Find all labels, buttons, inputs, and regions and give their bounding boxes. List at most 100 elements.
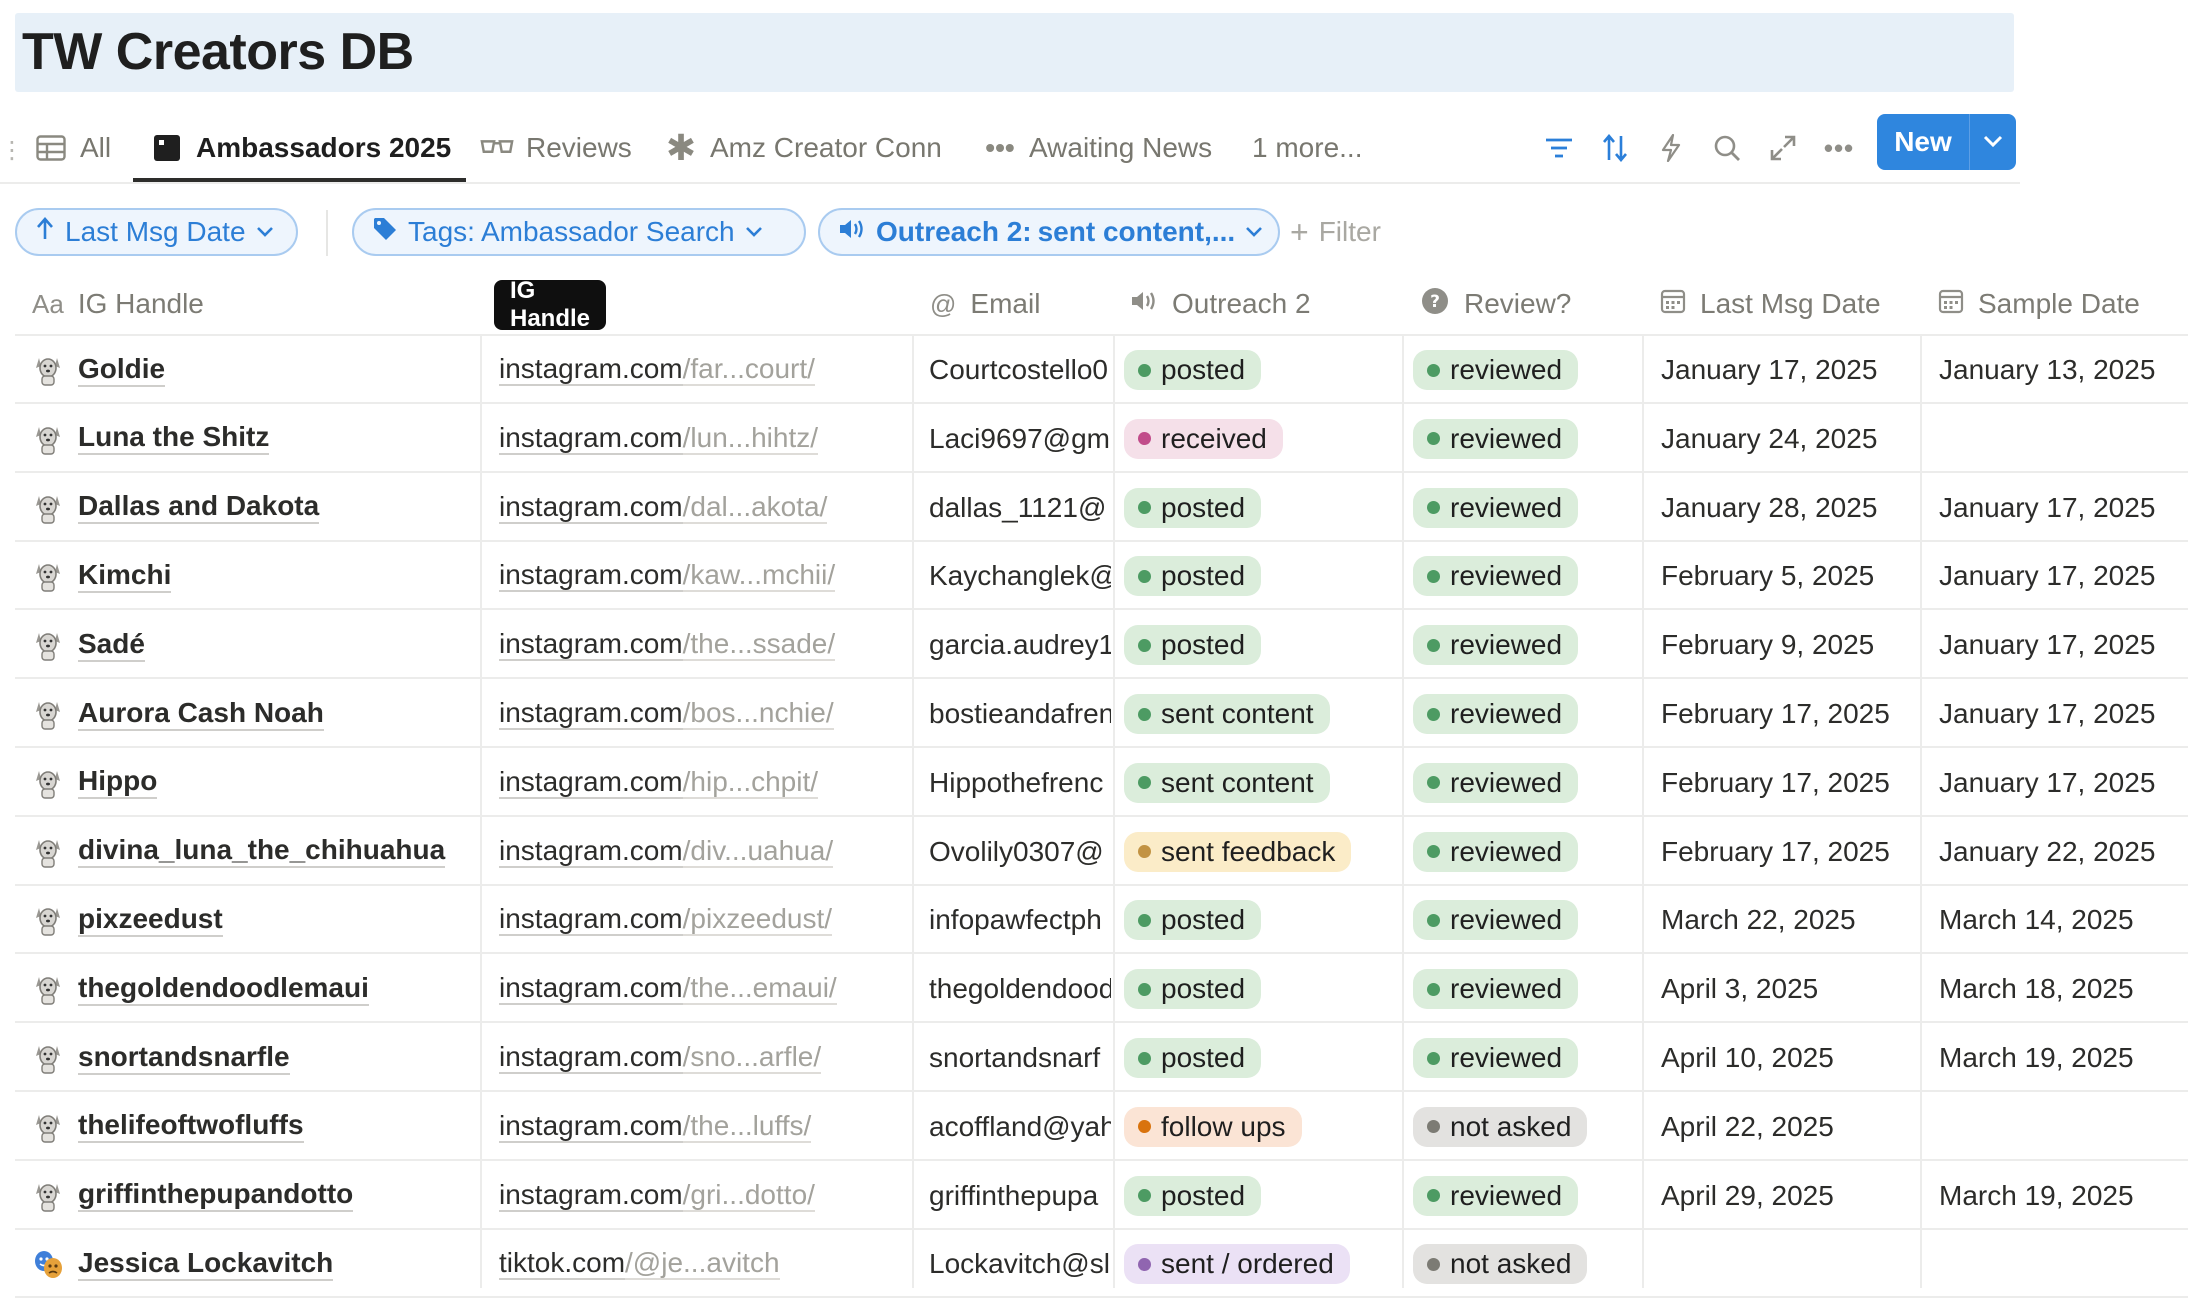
table-row[interactable]: Dallas and Dakota instagram.com/dal...ak… — [15, 474, 2188, 542]
tab-all[interactable]: All — [34, 120, 111, 176]
outreach-cell[interactable]: sent feedback — [1124, 818, 1399, 886]
profile-link-cell[interactable]: instagram.com/lun...hihtz/ — [499, 405, 904, 473]
more-views-button[interactable]: 1 more... — [1252, 120, 1362, 176]
column-header-ig-handle[interactable]: Aa IG Handle — [32, 272, 204, 336]
last-msg-date-cell[interactable]: April 29, 2025 — [1661, 1162, 1917, 1230]
email-cell[interactable]: Ovolily0307@ — [929, 818, 1111, 886]
email-cell[interactable]: infopawfectph — [929, 886, 1111, 954]
last-msg-date-cell[interactable]: January 17, 2025 — [1661, 336, 1917, 404]
column-header-last-msg-date[interactable]: Last Msg Date — [1660, 272, 1881, 336]
table-row[interactable]: thelifeoftwofluffs instagram.com/the...l… — [15, 1093, 2188, 1161]
email-cell[interactable]: garcia.audrey1 — [929, 611, 1111, 679]
ig-handle-cell[interactable]: divina_luna_the_chihuahua — [32, 818, 472, 886]
review-cell[interactable]: reviewed — [1413, 818, 1639, 886]
ig-handle-cell[interactable]: Dallas and Dakota — [32, 474, 472, 542]
last-msg-date-cell[interactable]: February 9, 2025 — [1661, 611, 1917, 679]
email-cell[interactable]: dallas_1121@ — [929, 474, 1111, 542]
last-msg-date-cell[interactable] — [1661, 1230, 1917, 1298]
outreach-cell[interactable]: posted — [1124, 955, 1399, 1023]
sample-date-cell[interactable]: January 17, 2025 — [1939, 542, 2188, 610]
sample-date-cell[interactable]: January 13, 2025 — [1939, 336, 2188, 404]
review-cell[interactable]: reviewed — [1413, 749, 1639, 817]
sample-date-cell[interactable]: March 14, 2025 — [1939, 886, 2188, 954]
outreach-cell[interactable]: sent content — [1124, 749, 1399, 817]
review-cell[interactable]: not asked — [1413, 1093, 1639, 1161]
sample-date-cell[interactable]: March 18, 2025 — [1939, 955, 2188, 1023]
column-header-sample-date[interactable]: Sample Date — [1938, 272, 2140, 336]
review-cell[interactable]: reviewed — [1413, 955, 1639, 1023]
filter-icon[interactable] — [1539, 128, 1579, 168]
sample-date-cell[interactable]: January 17, 2025 — [1939, 680, 2188, 748]
sample-date-cell[interactable]: March 19, 2025 — [1939, 1162, 2188, 1230]
search-icon[interactable] — [1707, 128, 1747, 168]
email-cell[interactable]: snortandsnarf — [929, 1024, 1111, 1092]
profile-link-cell[interactable]: instagram.com/hip...chpit/ — [499, 749, 904, 817]
outreach-filter-chip[interactable]: Outreach 2: sent content,... — [818, 208, 1280, 256]
last-msg-date-cell[interactable]: January 28, 2025 — [1661, 474, 1917, 542]
table-row[interactable]: Aurora Cash Noah instagram.com/bos...nch… — [15, 680, 2188, 748]
table-row[interactable]: Sadé instagram.com/the...ssade/ garcia.a… — [15, 611, 2188, 680]
email-cell[interactable]: Hippothefrenc — [929, 749, 1111, 817]
sample-date-cell[interactable]: January 17, 2025 — [1939, 749, 2188, 817]
table-row[interactable]: Jessica Lockavitch tiktok.com/@je...avit… — [15, 1230, 2188, 1298]
table-row[interactable]: Luna the Shitz instagram.com/lun...hihtz… — [15, 405, 2188, 473]
column-header-review[interactable]: ? Review? — [1420, 272, 1571, 336]
profile-link-cell[interactable]: instagram.com/the...ssade/ — [499, 611, 904, 679]
last-msg-date-cell[interactable]: February 17, 2025 — [1661, 818, 1917, 886]
table-row[interactable]: Goldie instagram.com/far...court/ Courtc… — [15, 336, 2188, 404]
ig-handle-cell[interactable]: Hippo — [32, 749, 472, 817]
profile-link-cell[interactable]: instagram.com/the...emaui/ — [499, 955, 904, 1023]
sort-chip[interactable]: Last Msg Date — [15, 208, 298, 256]
review-cell[interactable]: reviewed — [1413, 680, 1639, 748]
profile-link-cell[interactable]: instagram.com/far...court/ — [499, 336, 904, 404]
table-row[interactable]: Hippo instagram.com/hip...chpit/ Hippoth… — [15, 749, 2188, 817]
review-cell[interactable]: reviewed — [1413, 1024, 1639, 1092]
tab-amz-creator-conn[interactable]: ✱ Amz Creator Conn — [664, 120, 942, 176]
profile-link-cell[interactable]: instagram.com/kaw...mchii/ — [499, 542, 904, 610]
last-msg-date-cell[interactable]: April 10, 2025 — [1661, 1024, 1917, 1092]
profile-link-cell[interactable]: instagram.com/bos...nchie/ — [499, 680, 904, 748]
profile-link-cell[interactable]: instagram.com/pixzeedust/ — [499, 886, 904, 954]
email-cell[interactable]: bostieandafren — [929, 680, 1111, 748]
tags-filter-chip[interactable]: Tags: Ambassador Search — [352, 208, 806, 256]
outreach-cell[interactable]: posted — [1124, 542, 1399, 610]
sample-date-cell[interactable]: January 22, 2025 — [1939, 818, 2188, 886]
last-msg-date-cell[interactable]: February 5, 2025 — [1661, 542, 1917, 610]
table-row[interactable]: Kimchi instagram.com/kaw...mchii/ Kaycha… — [15, 542, 2188, 611]
sample-date-cell[interactable] — [1939, 405, 2188, 473]
ig-handle-cell[interactable]: Jessica Lockavitch — [32, 1230, 472, 1298]
review-cell[interactable]: reviewed — [1413, 542, 1639, 610]
ig-handle-cell[interactable]: Kimchi — [32, 542, 472, 610]
email-cell[interactable]: Lockavitch@sl — [929, 1230, 1111, 1298]
outreach-cell[interactable]: sent / ordered — [1124, 1230, 1399, 1298]
ig-handle-cell[interactable]: Luna the Shitz — [32, 405, 472, 473]
review-cell[interactable]: reviewed — [1413, 474, 1639, 542]
ig-handle-cell[interactable]: Aurora Cash Noah — [32, 680, 472, 748]
profile-link-cell[interactable]: instagram.com/gri...dotto/ — [499, 1162, 904, 1230]
table-row[interactable]: pixzeedust instagram.com/pixzeedust/ inf… — [15, 886, 2188, 955]
review-cell[interactable]: reviewed — [1413, 405, 1639, 473]
ig-handle-cell[interactable]: thelifeoftwofluffs — [32, 1093, 472, 1161]
tab-awaiting-news[interactable]: ••• Awaiting News — [983, 120, 1212, 176]
last-msg-date-cell[interactable]: April 22, 2025 — [1661, 1093, 1917, 1161]
sample-date-cell[interactable]: January 17, 2025 — [1939, 474, 2188, 542]
chevron-down-icon[interactable] — [1970, 131, 2016, 154]
last-msg-date-cell[interactable]: January 24, 2025 — [1661, 405, 1917, 473]
email-cell[interactable]: griffinthepupa — [929, 1162, 1111, 1230]
profile-link-cell[interactable]: instagram.com/div...uahua/ — [499, 818, 904, 886]
review-cell[interactable]: not asked — [1413, 1230, 1639, 1298]
review-cell[interactable]: reviewed — [1413, 886, 1639, 954]
table-row[interactable]: snortandsnarfle instagram.com/sno...arfl… — [15, 1024, 2188, 1092]
sample-date-cell[interactable]: January 17, 2025 — [1939, 611, 2188, 679]
sample-date-cell[interactable] — [1939, 1093, 2188, 1161]
new-button[interactable]: New — [1877, 114, 2016, 170]
profile-link-cell[interactable]: instagram.com/dal...akota/ — [499, 474, 904, 542]
profile-link-cell[interactable]: instagram.com/sno...arfle/ — [499, 1024, 904, 1092]
sort-icon[interactable] — [1595, 128, 1635, 168]
more-options-icon[interactable]: ••• — [1819, 128, 1859, 168]
outreach-cell[interactable]: posted — [1124, 336, 1399, 404]
outreach-cell[interactable]: sent content — [1124, 680, 1399, 748]
outreach-cell[interactable]: posted — [1124, 886, 1399, 954]
sample-date-cell[interactable] — [1939, 1230, 2188, 1298]
review-cell[interactable]: reviewed — [1413, 336, 1639, 404]
